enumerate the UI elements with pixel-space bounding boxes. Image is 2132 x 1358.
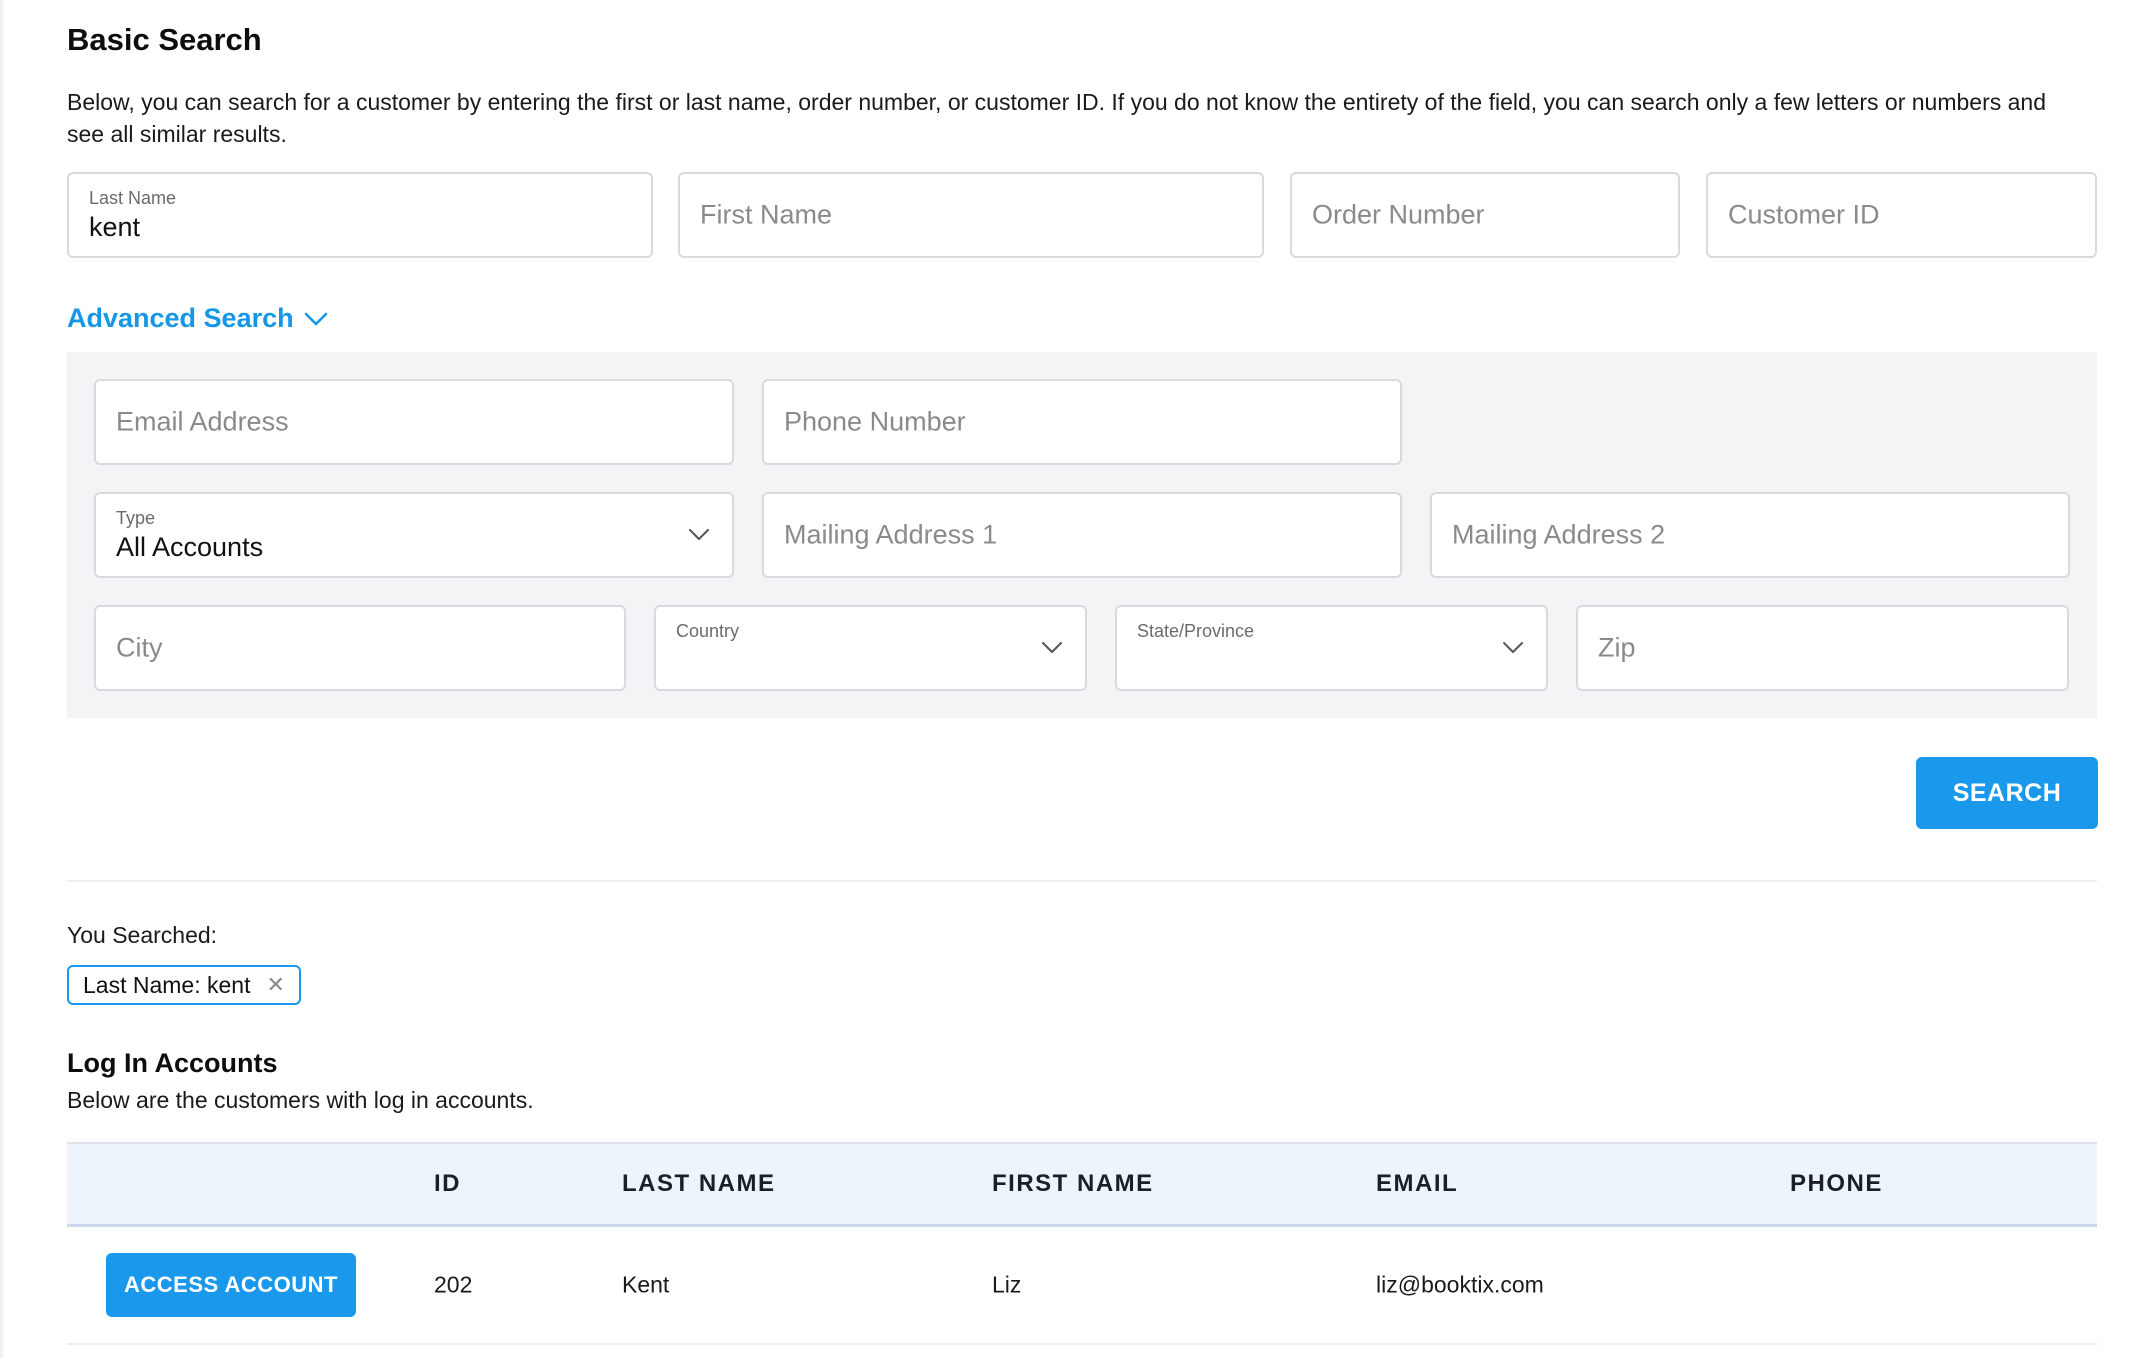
row-email: liz@booktix.com	[1376, 1271, 1544, 1298]
city-placeholder: City	[116, 632, 163, 663]
zip-field[interactable]: Zip	[1576, 605, 2069, 691]
column-header-id[interactable]: ID	[434, 1170, 461, 1198]
customer-search-page: Basic Search Below, you can search for a…	[0, 0, 2132, 1358]
row-last-name: Kent	[622, 1271, 670, 1298]
log-in-accounts-title: Log In Accounts	[67, 1048, 278, 1078]
chevron-down-icon	[304, 312, 327, 325]
you-searched-label: You Searched:	[67, 922, 218, 948]
table-row: ACCESS ACCOUNT 202 Kent Liz liz@booktix.…	[67, 1227, 2097, 1345]
column-header-phone[interactable]: PHONE	[1790, 1170, 1883, 1198]
phone-number-field[interactable]: Phone Number	[762, 379, 1402, 465]
email-address-placeholder: Email Address	[116, 406, 289, 437]
last-name-field[interactable]: Last Name kent	[67, 172, 653, 258]
column-header-last-name[interactable]: LAST NAME	[622, 1170, 776, 1198]
access-account-button[interactable]: ACCESS ACCOUNT	[106, 1253, 356, 1317]
advanced-search-label: Advanced Search	[67, 303, 294, 333]
close-icon[interactable]: ✕	[266, 972, 284, 998]
accounts-table: ID LAST NAME FIRST NAME EMAIL PHONE ACCE…	[67, 1142, 2097, 1345]
state-province-label: State/Province	[1137, 621, 1255, 641]
country-label: Country	[676, 621, 740, 641]
search-button[interactable]: SEARCH	[1916, 757, 2098, 829]
search-filter-chip: Last Name: kent ✕	[67, 965, 301, 1005]
phone-number-placeholder: Phone Number	[784, 406, 966, 437]
first-name-placeholder: First Name	[700, 199, 833, 230]
section-divider	[67, 880, 2097, 882]
chevron-down-icon	[1503, 642, 1523, 653]
mailing-address-1-field[interactable]: Mailing Address 1	[762, 492, 1402, 578]
type-select[interactable]: Type All Accounts	[94, 492, 734, 578]
customer-id-field[interactable]: Customer ID	[1706, 172, 2097, 258]
left-edge-divider	[0, 0, 3, 1358]
country-select[interactable]: Country	[654, 605, 1087, 691]
last-name-label: Last Name	[89, 188, 177, 208]
column-header-first-name[interactable]: FIRST NAME	[992, 1170, 1154, 1198]
mailing-address-2-field[interactable]: Mailing Address 2	[1430, 492, 2070, 578]
first-name-field[interactable]: First Name	[678, 172, 1264, 258]
basic-search-description: Below, you can search for a customer by …	[67, 89, 2046, 147]
customer-id-placeholder: Customer ID	[1728, 199, 1880, 230]
log-in-accounts-description: Below are the customers with log in acco…	[67, 1087, 534, 1113]
mailing-address-2-placeholder: Mailing Address 2	[1452, 519, 1666, 550]
state-province-select[interactable]: State/Province	[1115, 605, 1548, 691]
city-field[interactable]: City	[94, 605, 626, 691]
advanced-search-toggle[interactable]: Advanced Search	[67, 303, 328, 334]
search-filter-chip-text: Last Name: kent	[83, 971, 251, 998]
mailing-address-1-placeholder: Mailing Address 1	[784, 519, 998, 550]
chevron-down-icon	[689, 529, 709, 540]
type-label: Type	[116, 508, 156, 528]
basic-search-title: Basic Search	[67, 22, 262, 57]
zip-placeholder: Zip	[1598, 632, 1636, 663]
last-name-value[interactable]: kent	[89, 212, 140, 243]
email-address-field[interactable]: Email Address	[94, 379, 734, 465]
row-id: 202	[434, 1271, 473, 1298]
column-header-email[interactable]: EMAIL	[1376, 1170, 1458, 1198]
table-header: ID LAST NAME FIRST NAME EMAIL PHONE	[67, 1142, 2097, 1227]
row-first-name: Liz	[992, 1271, 1022, 1298]
order-number-placeholder: Order Number	[1312, 199, 1485, 230]
type-value: All Accounts	[116, 532, 264, 562]
chevron-down-icon	[1042, 642, 1062, 653]
order-number-field[interactable]: Order Number	[1290, 172, 1680, 258]
